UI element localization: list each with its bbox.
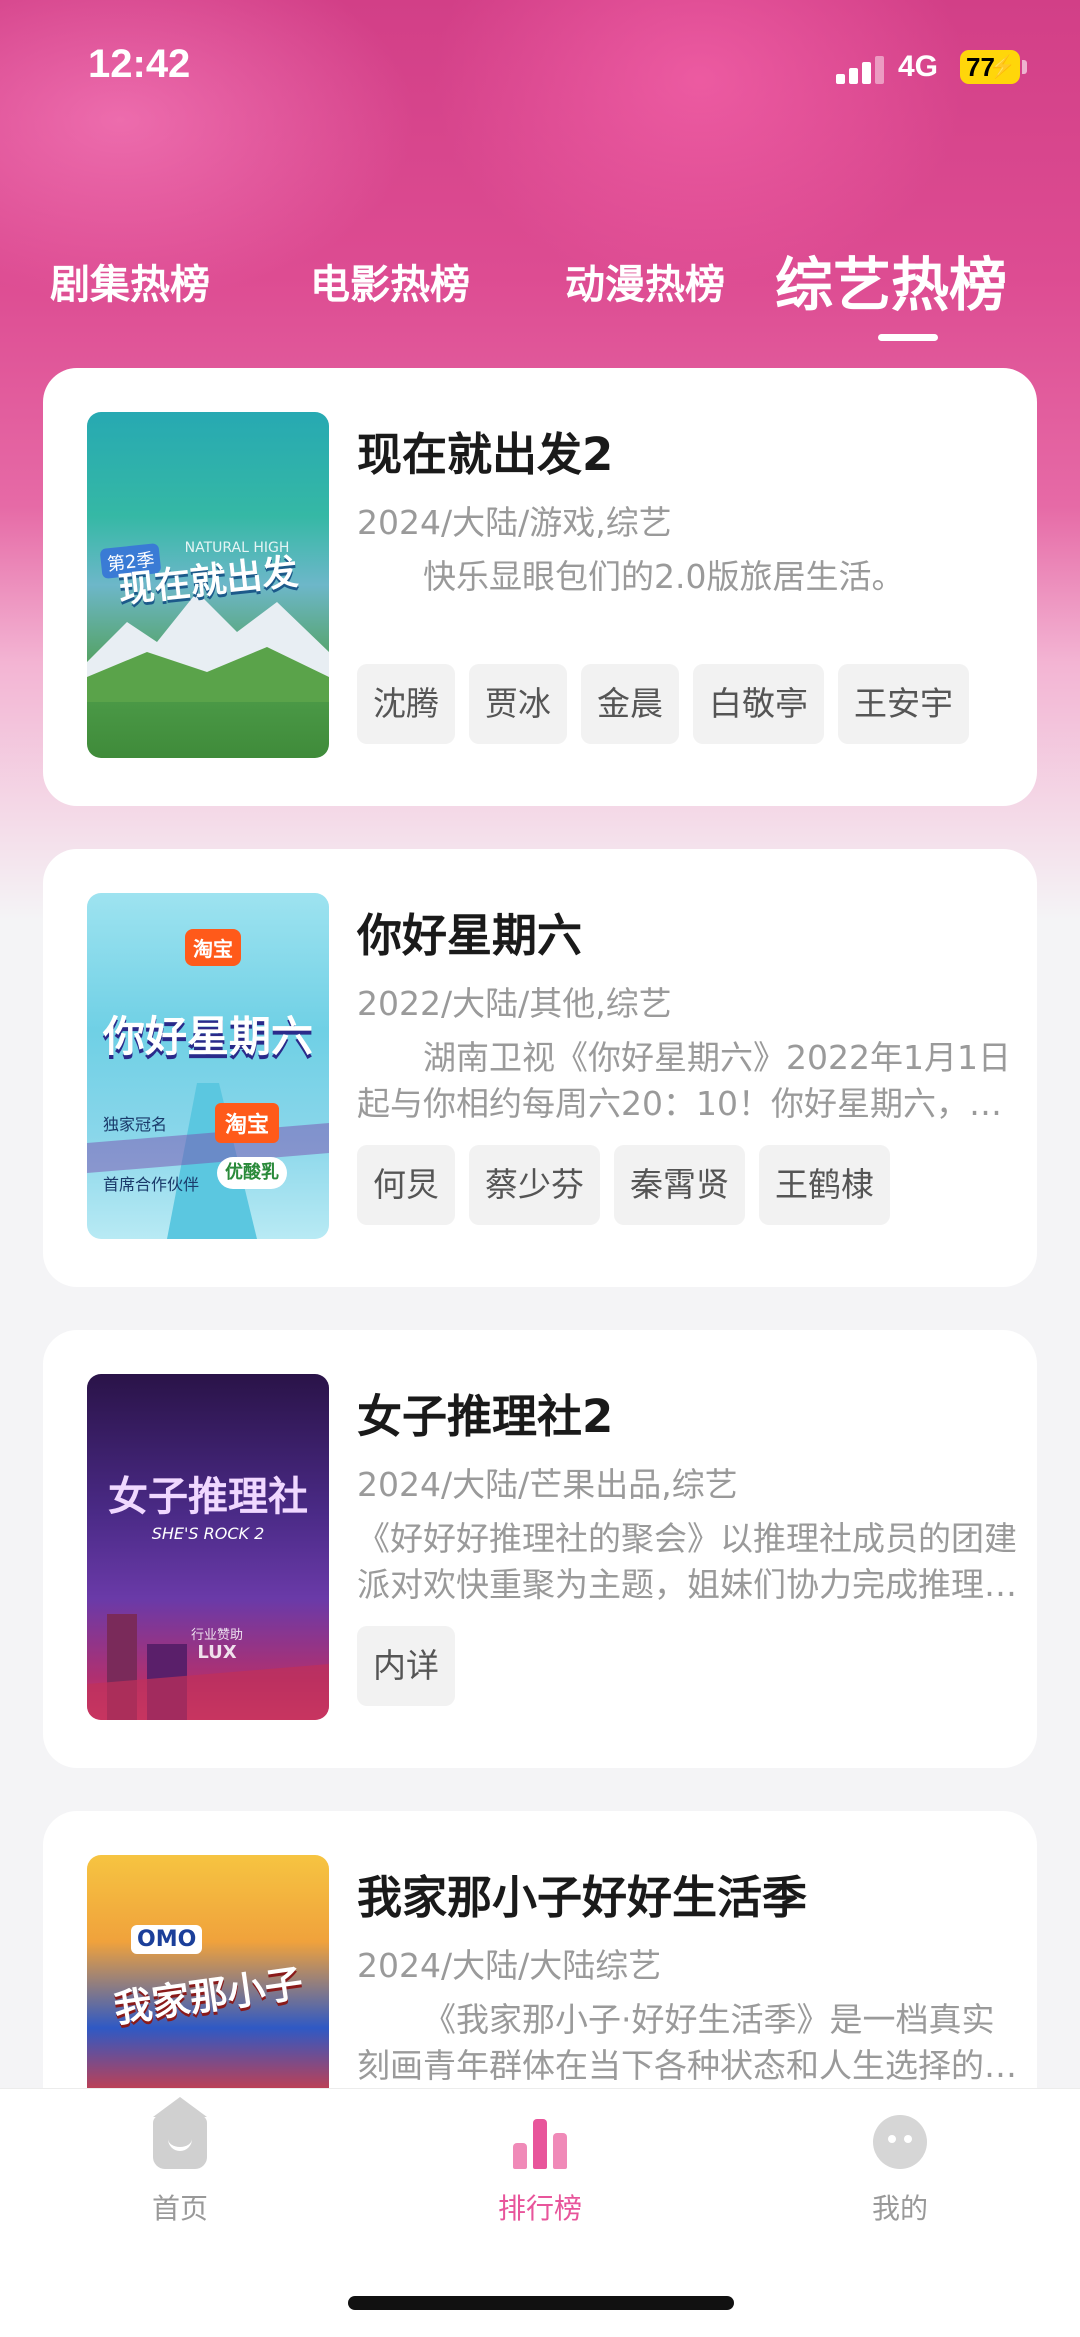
cast-tags: 何炅 蔡少芬 秦霄贤 王鹤棣 xyxy=(357,1145,904,1225)
cast-tag[interactable]: 王安宇 xyxy=(838,664,969,744)
show-description: 《好好好推理社的聚会》以推理社成员的团建派对欢快重聚为主题，姐妹们协力完成推理任… xyxy=(357,1519,1017,1604)
show-meta: 2024/大陆/芒果出品,综艺 xyxy=(357,1465,738,1504)
show-card[interactable]: 淘宝 你好星期六 独家冠名 淘宝 首席合作伙伴 优酸乳 你好星期六 2022/大… xyxy=(43,849,1037,1287)
cast-tag[interactable]: 沈腾 xyxy=(357,664,455,744)
ranking-list: 第2季 NATURAL HIGH 现在就出发 现在就出发2 2024/大陆/游戏… xyxy=(0,0,1080,2337)
show-title: 你好星期六 xyxy=(357,909,583,962)
show-meta: 2024/大陆/游戏,综艺 xyxy=(357,503,672,542)
road-graphic xyxy=(87,1083,329,1239)
cast-tag[interactable]: 内详 xyxy=(357,1626,455,1706)
show-poster[interactable]: 第2季 NATURAL HIGH 现在就出发 xyxy=(87,412,329,758)
cast-tag[interactable]: 白敬亭 xyxy=(693,664,824,744)
cast-tags: 沈腾 贾冰 金晨 白敬亭 王安宇 xyxy=(357,664,983,744)
cast-tag[interactable]: 秦霄贤 xyxy=(614,1145,745,1225)
poster-partner-label: 首席合作伙伴 xyxy=(103,1175,200,1194)
poster-title: 我家那小子 xyxy=(111,1960,306,2031)
nav-profile[interactable]: 我的 xyxy=(800,2089,1000,2239)
show-title: 我家那小子好好生活季 xyxy=(357,1871,808,1924)
cast-tag[interactable]: 王鹤棣 xyxy=(759,1145,890,1225)
poster-brand: LUX xyxy=(197,1642,237,1663)
show-title: 现在就出发2 xyxy=(357,428,614,481)
cast-tags: 内详 xyxy=(357,1626,469,1706)
show-meta: 2024/大陆/大陆综艺 xyxy=(357,1946,662,1985)
cast-tag[interactable]: 金晨 xyxy=(581,664,679,744)
show-meta: 2022/大陆/其他,综艺 xyxy=(357,984,672,1023)
poster-title: 女子推理社 xyxy=(108,1473,308,1520)
show-poster[interactable]: 淘宝 你好星期六 独家冠名 淘宝 首席合作伙伴 优酸乳 xyxy=(87,893,329,1239)
poster-sponsor-logo: 淘宝 xyxy=(215,1103,280,1143)
nav-ranking[interactable]: 排行榜 xyxy=(440,2089,640,2239)
cast-tag[interactable]: 蔡少芬 xyxy=(469,1145,600,1225)
show-card[interactable]: 第2季 NATURAL HIGH 现在就出发 现在就出发2 2024/大陆/游戏… xyxy=(43,368,1037,806)
show-poster[interactable]: 女子推理社 SHE'S ROCK 2 行业赞助 LUX xyxy=(87,1374,329,1720)
poster-subtitle: SHE'S ROCK 2 xyxy=(151,1524,265,1543)
poster-brand-label: 行业赞助 xyxy=(190,1628,243,1643)
show-description: 快乐显眼包们的2.0版旅居生活。 xyxy=(423,557,905,596)
home-icon xyxy=(153,2097,207,2169)
nav-label: 我的 xyxy=(871,2192,928,2225)
nav-label: 首页 xyxy=(151,2192,208,2225)
show-description: 《我家那小子·好好生活季》是一档真实刻画青年群体在当下各种状态和人生选择的节目 xyxy=(357,2000,1017,2085)
poster-title: 你好星期六 xyxy=(102,1012,313,1061)
poster-logo: 淘宝 xyxy=(185,929,241,966)
poster-sponsor-label: 独家冠名 xyxy=(103,1115,168,1134)
nav-home[interactable]: 首页 xyxy=(80,2089,280,2239)
show-description: 湖南卫视《你好星期六》2022年1月1日起与你相约每周六20：10！你好星期六，… xyxy=(357,1038,1011,1123)
cast-tag[interactable]: 何炅 xyxy=(357,1145,455,1225)
home-indicator[interactable] xyxy=(348,2296,734,2310)
cast-tag[interactable]: 贾冰 xyxy=(469,664,567,744)
show-title: 女子推理社2 xyxy=(357,1390,614,1443)
poster-logo: OMO xyxy=(131,1925,203,1954)
profile-icon xyxy=(873,2115,927,2169)
show-card[interactable]: 女子推理社 SHE'S ROCK 2 行业赞助 LUX 女子推理社2 2024/… xyxy=(43,1330,1037,1768)
poster-partner-logo: 优酸乳 xyxy=(217,1157,287,1189)
ranking-icon xyxy=(513,2115,567,2169)
nav-label: 排行榜 xyxy=(497,2192,582,2225)
